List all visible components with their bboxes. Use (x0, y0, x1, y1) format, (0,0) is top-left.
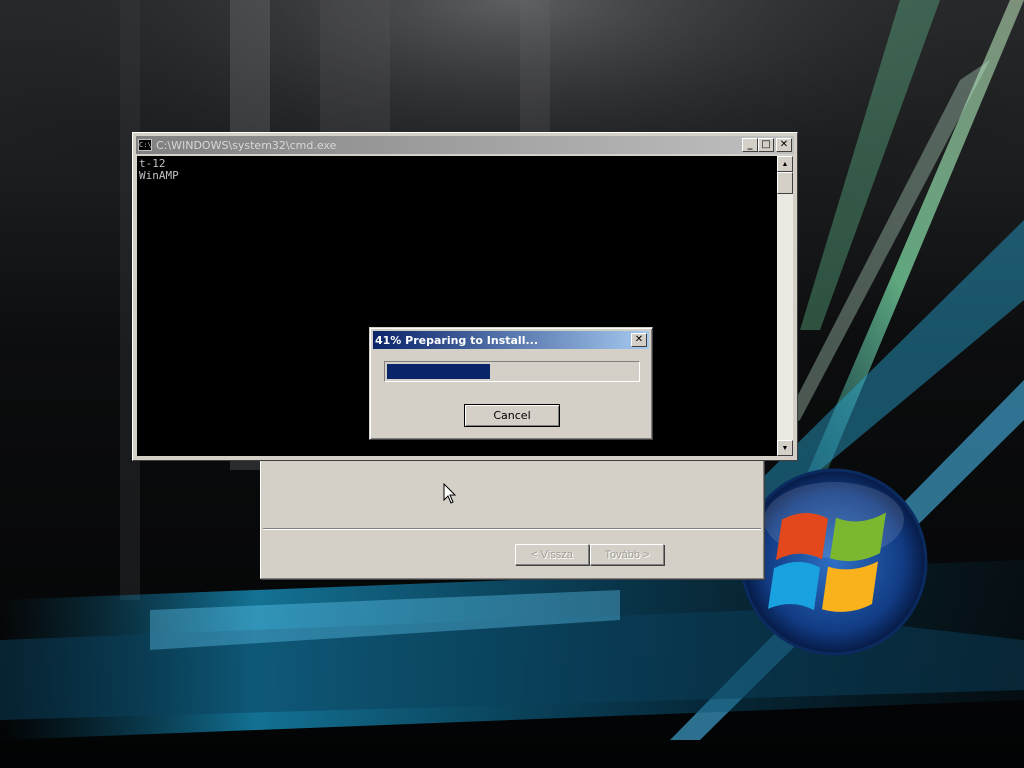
back-button[interactable]: < Vissza (515, 544, 589, 565)
vertical-scrollbar[interactable]: ▲ ▼ (777, 156, 793, 456)
next-button[interactable]: Tovább > (590, 544, 664, 565)
installer-separator (263, 528, 761, 530)
dialog-title: 41% Preparing to Install... (375, 333, 539, 347)
cmd-title: C:\WINDOWS\system32\cmd.exe (156, 138, 337, 152)
cmd-titlebar[interactable]: C:\ C:\WINDOWS\system32\cmd.exe _ □ ✕ (136, 136, 794, 154)
scroll-down-icon[interactable]: ▼ (777, 440, 793, 456)
progress-dialog: 41% Preparing to Install... ✕ Cancel (369, 327, 653, 440)
console-line: WinAMP (139, 169, 179, 182)
mouse-cursor-icon (443, 483, 457, 504)
cmd-close-button[interactable]: ✕ (776, 138, 792, 152)
console-icon: C:\ (138, 139, 152, 151)
minimize-button[interactable]: _ (742, 138, 758, 152)
desktop: < Vissza Tovább > C:\ C:\WINDOWS\system3… (0, 0, 1024, 768)
dialog-close-button[interactable]: ✕ (631, 333, 647, 347)
console-line: t-12 (139, 157, 166, 170)
progress-bar (384, 361, 640, 382)
dialog-titlebar[interactable]: 41% Preparing to Install... ✕ (373, 331, 649, 349)
scroll-up-icon[interactable]: ▲ (777, 156, 793, 172)
progress-fill (387, 364, 490, 379)
installer-window: < Vissza Tovább > (260, 458, 764, 579)
scroll-thumb[interactable] (777, 172, 793, 194)
maximize-button[interactable]: □ (758, 138, 774, 152)
cancel-button[interactable]: Cancel (464, 404, 560, 427)
